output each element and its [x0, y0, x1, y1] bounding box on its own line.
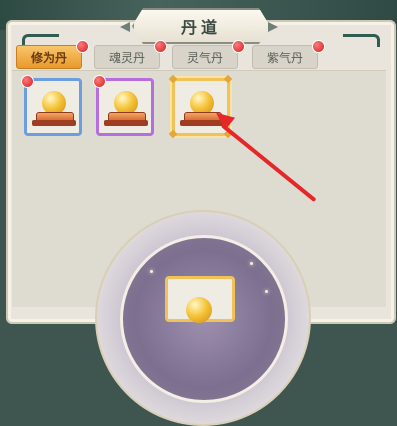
tab-ziqi-dan[interactable]: 紫气丹 [252, 45, 318, 69]
notice-dot-icon [232, 40, 245, 53]
tab-xiuwei-dan[interactable]: 修为丹 [16, 45, 82, 69]
center-pill-slot[interactable] [165, 276, 235, 323]
title-plate: 丹道 [132, 8, 270, 44]
title-ornament-right-icon [268, 22, 278, 32]
notice-dot-icon [76, 40, 89, 53]
purple-pill-slot[interactable] [96, 78, 154, 136]
notice-dot-icon [21, 75, 34, 88]
tab-label: 紫气丹 [266, 50, 303, 65]
panel-corner-right [343, 34, 380, 47]
sparkle-icon [250, 262, 253, 265]
golden-pill-icon [186, 297, 212, 323]
notice-dot-icon [93, 75, 106, 88]
pedestal-base-icon [104, 120, 148, 126]
tab-label: 修为丹 [30, 50, 67, 65]
pedestal-base-icon [32, 120, 76, 126]
sparkle-icon [265, 290, 268, 293]
tab-lingqi-dan[interactable]: 灵气丹 [172, 45, 238, 69]
tab-hunling-dan[interactable]: 魂灵丹 [94, 45, 160, 69]
tab-label: 灵气丹 [186, 50, 223, 65]
title-ornament-left-icon [120, 22, 130, 32]
notice-dot-icon [312, 40, 325, 53]
page-title: 丹道 [180, 18, 221, 37]
notice-dot-icon [154, 40, 167, 53]
blue-pill-slot[interactable] [24, 78, 82, 136]
tab-label: 魂灵丹 [108, 50, 145, 65]
sparkle-icon [150, 270, 153, 273]
